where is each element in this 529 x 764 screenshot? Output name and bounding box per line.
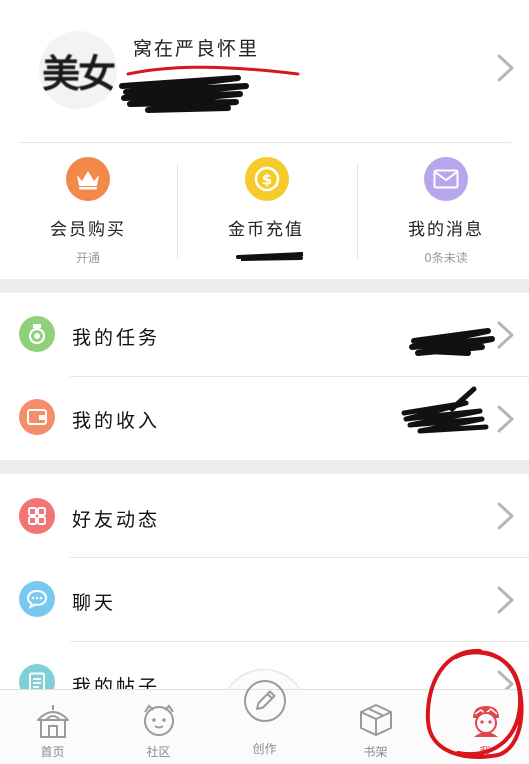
redaction-scribble (401, 386, 489, 434)
section-gap (0, 460, 529, 474)
tab-label: 首页 (40, 745, 65, 759)
my-messages-button[interactable]: 我的消息 0条未读 (358, 143, 529, 276)
my-messages-sub: 0条未读 (424, 251, 468, 265)
chat-bubble-icon (19, 581, 55, 617)
chevron-right-icon (495, 585, 517, 615)
vip-purchase-button[interactable]: 会员购买 开通 (0, 143, 176, 276)
coin-recharge-label: 金币充值 (228, 220, 304, 240)
home-tent-icon (35, 702, 71, 744)
redaction-scribble (236, 252, 304, 261)
coin-icon: $ (245, 157, 289, 201)
redaction-scribble (119, 75, 249, 113)
tab-create[interactable]: 创作 (212, 680, 317, 764)
tab-home[interactable]: 首页 (0, 690, 105, 764)
community-face-icon (139, 702, 179, 742)
menu-item-label: 聊天 (72, 592, 117, 614)
coin-recharge-button[interactable]: $ 金币充值 (178, 143, 354, 276)
menu-item-label: 好友动态 (72, 509, 161, 531)
nickname: 窝在严良怀里 (133, 38, 260, 60)
tab-label: 书架 (363, 745, 388, 759)
quick-actions: 会员购买 开通 $ 金币充值 我的消息 0条未读 (0, 143, 529, 276)
wallet-icon (19, 399, 55, 435)
document-icon (19, 664, 55, 689)
chevron-right-icon (495, 404, 517, 434)
tab-label: 创作 (252, 742, 277, 756)
medal-icon (19, 316, 55, 352)
vip-purchase-sub: 开通 (75, 251, 100, 265)
bookshelf-box-icon (357, 702, 395, 742)
pen-icon (242, 678, 288, 728)
avatar[interactable]: 美女 (39, 31, 117, 109)
redaction-scribble (409, 328, 495, 356)
tab-community[interactable]: 社区 (106, 690, 211, 764)
menu-item-label: 我的帖子 (72, 676, 161, 689)
mail-icon (424, 157, 468, 201)
section-gap (0, 279, 529, 293)
crown-icon (66, 157, 110, 201)
menu-item-my-tasks[interactable]: 我的任务 (0, 293, 529, 376)
tab-label: 我 (479, 745, 492, 759)
chevron-right-icon (495, 320, 517, 350)
me-avatar-icon (467, 702, 505, 742)
profile-chevron-right-icon (495, 53, 517, 83)
menu-item-label: 我的任务 (72, 327, 161, 349)
menu-item-my-income[interactable]: 我的收入 (0, 377, 529, 460)
vip-purchase-label: 会员购买 (50, 220, 126, 240)
tab-label: 社区 (146, 745, 171, 759)
menu-item-label: 我的收入 (72, 410, 161, 432)
chevron-right-icon (495, 501, 517, 531)
menu-item-friend-feed[interactable]: 好友动态 (0, 474, 529, 557)
menu-item-chat[interactable]: 聊天 (0, 558, 529, 641)
grid-icon (19, 498, 55, 534)
my-messages-label: 我的消息 (408, 220, 484, 240)
avatar-text: 美女 (41, 50, 116, 96)
profile-header[interactable]: 美女 窝在严良怀里 (0, 0, 529, 142)
bottom-tab-bar: 首页 社区 创作 书架 我 (0, 680, 529, 764)
tab-bookshelf[interactable]: 书架 (323, 690, 428, 764)
chevron-right-icon (495, 669, 517, 689)
tab-me[interactable]: 我 (433, 690, 529, 764)
svg-text:$: $ (262, 171, 272, 189)
